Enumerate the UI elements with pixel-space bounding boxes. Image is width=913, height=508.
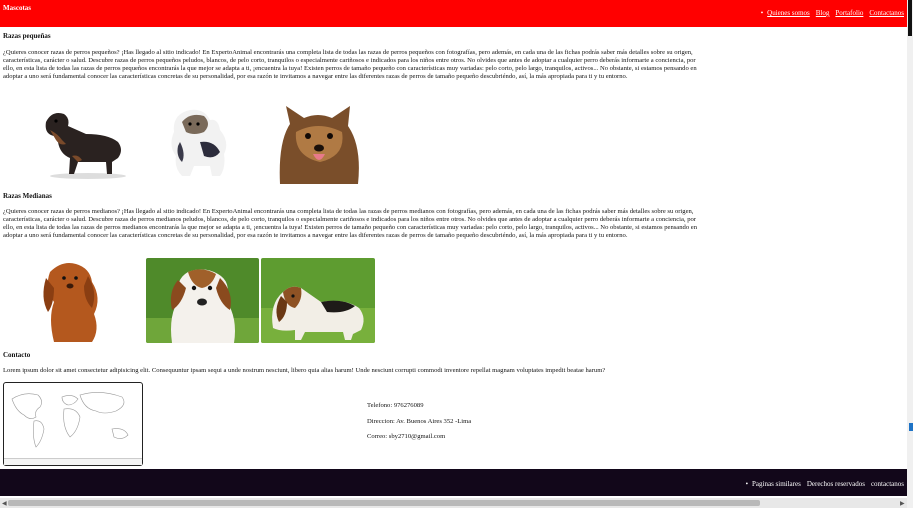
section-title-medium: Razas Medianas: [3, 192, 52, 200]
site-footer: • Paginas similares Derechos reservados c…: [0, 469, 907, 496]
footer-link-paginas-similares[interactable]: Paginas similares: [752, 480, 801, 488]
section-title-contact: Contacto: [3, 351, 31, 359]
footer-item-paginas-similares[interactable]: • Paginas similares: [746, 480, 801, 488]
section-text-small: ¿Quieres conocer razas de perros pequeño…: [3, 49, 697, 81]
footer-nav: • Paginas similares Derechos reservados c…: [746, 480, 904, 488]
contact-email: Correo: sby2710@gmail.com: [367, 433, 446, 440]
vertical-scrollbar[interactable]: [907, 0, 913, 508]
cocker-spaniel-image: [36, 258, 108, 344]
dachshund-image: [38, 104, 130, 180]
horizontal-scrollbar-thumb[interactable]: [8, 500, 760, 506]
section-title-small: Razas pequeñas: [3, 32, 51, 40]
world-map-icon: [11, 392, 129, 448]
section-text-contact: Lorem ipsum dolor sit amet consectetur a…: [3, 367, 606, 374]
site-header: Mascotas • Quienes somos Blog Portafolio …: [0, 0, 907, 27]
page: Mascotas • Quienes somos Blog Portafolio …: [0, 0, 907, 508]
nav-link-quienes-somos[interactable]: Quienes somos: [767, 9, 810, 17]
nav-item-quienes-somos: • Quienes somos: [760, 9, 810, 17]
section-text-medium: ¿Quieres conocer razas de perros mediano…: [3, 208, 697, 240]
beagle-image: [146, 258, 259, 343]
nav-item-contactanos: Contactanos: [869, 9, 904, 17]
nav-link-contactanos[interactable]: Contactanos: [869, 9, 904, 17]
scroll-position-marker: [909, 423, 913, 431]
footer-link-derechos-reservados[interactable]: Derechos reservados: [807, 480, 865, 488]
nav-link-portafolio[interactable]: Portafolio: [835, 9, 863, 17]
map-attribution-bar: [4, 458, 142, 465]
nav-item-portafolio: Portafolio: [835, 9, 863, 17]
nav-item-blog: Blog: [816, 9, 830, 17]
basset-hound-image: [261, 258, 375, 343]
contact-address: Direccion: Av. Buenos Aires 352 -Lima: [367, 418, 472, 425]
nav-link-blog[interactable]: Blog: [816, 9, 830, 17]
main-nav: • Quienes somos Blog Portafolio Contactan…: [761, 9, 904, 17]
scroll-right-arrow-icon[interactable]: ▶: [900, 500, 905, 507]
footer-link-contactanos[interactable]: contactanos: [871, 480, 904, 488]
yorkshire-image: [160, 102, 238, 182]
vertical-scrollbar-thumb[interactable]: [908, 0, 912, 36]
world-map[interactable]: [3, 382, 143, 466]
scroll-left-arrow-icon[interactable]: ◀: [2, 500, 7, 507]
footer-item-contactanos[interactable]: contactanos: [871, 480, 904, 488]
contact-phone: Telefono: 976276089: [367, 402, 424, 409]
brand-title: Mascotas: [3, 4, 31, 12]
terrier-image: [276, 102, 362, 184]
footer-item-derechos-reservados[interactable]: Derechos reservados: [807, 480, 865, 488]
